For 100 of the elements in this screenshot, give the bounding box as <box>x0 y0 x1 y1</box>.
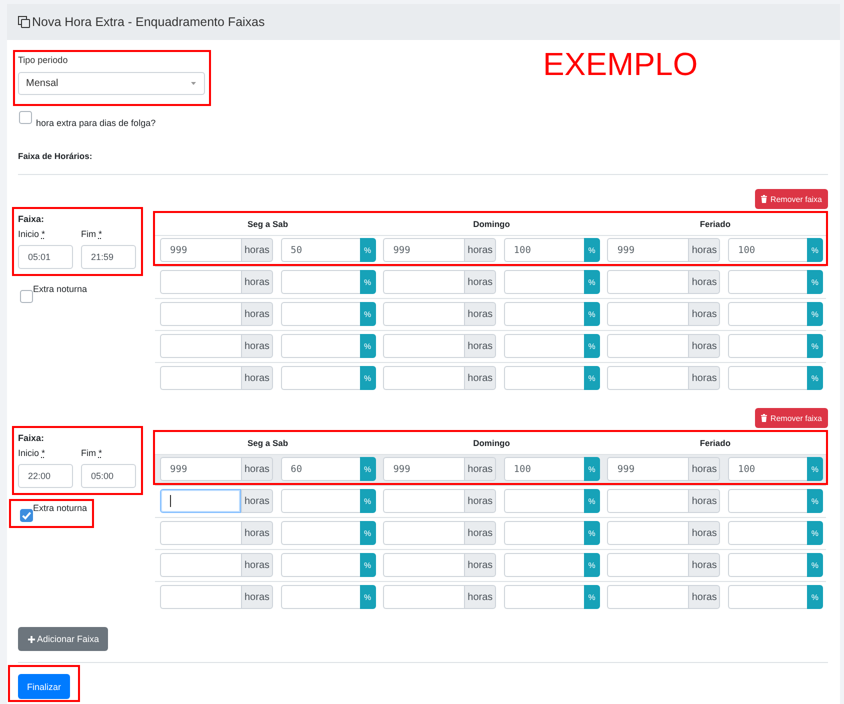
percent-input[interactable] <box>504 366 584 390</box>
hours-input[interactable] <box>607 521 688 545</box>
time-input[interactable]: 22:00 <box>18 464 73 488</box>
hours-input[interactable]: 999 <box>160 457 241 481</box>
percent-unit-label: % <box>360 489 376 513</box>
hours-input[interactable] <box>607 302 688 326</box>
checkbox[interactable] <box>19 111 32 124</box>
hours-unit-label: horas <box>241 270 273 294</box>
hours-input[interactable] <box>160 585 241 609</box>
hours-input[interactable] <box>160 302 241 326</box>
hours-input[interactable] <box>607 270 688 294</box>
percent-input[interactable]: 100 <box>728 238 807 262</box>
percent-input[interactable] <box>280 521 360 545</box>
hours-unit-label: horas <box>688 302 720 326</box>
percent-input[interactable] <box>504 553 584 577</box>
percent-unit-label: % <box>806 334 823 358</box>
percent-input[interactable]: 100 <box>504 457 584 481</box>
percent-unit-label: % <box>360 457 376 481</box>
percent-unit-label: % <box>584 489 600 513</box>
percent-input[interactable] <box>504 302 584 326</box>
hours-unit-label: horas <box>464 585 496 609</box>
checkbox-label: Extra noturna <box>33 283 88 295</box>
percent-input[interactable] <box>728 366 807 390</box>
percent-input[interactable] <box>280 553 360 577</box>
hours-input[interactable] <box>607 585 688 609</box>
page-title: Nova Hora Extra - Enquadramento Faixas <box>32 14 265 30</box>
faixa-label: Faixa: <box>18 432 46 444</box>
time-input[interactable]: 21:59 <box>81 245 136 269</box>
percent-input[interactable]: 100 <box>728 457 807 481</box>
hours-input[interactable]: 999 <box>383 238 464 262</box>
remove-button[interactable]: Remover faixa <box>755 408 828 428</box>
checkbox[interactable] <box>20 290 33 303</box>
percent-input[interactable] <box>728 553 807 577</box>
hours-input[interactable] <box>383 366 464 390</box>
hours-input[interactable] <box>160 270 241 294</box>
hours-input[interactable] <box>383 270 464 294</box>
hours-input[interactable]: 999 <box>607 457 688 481</box>
copy-icon <box>18 16 30 28</box>
hours-input[interactable]: 999 <box>383 457 464 481</box>
hours-unit-label: horas <box>464 366 496 390</box>
percent-input[interactable] <box>504 334 584 358</box>
percent-input[interactable] <box>504 270 584 294</box>
percent-input[interactable] <box>728 270 807 294</box>
column-header: Domingo <box>472 437 511 450</box>
percent-input[interactable]: 100 <box>504 238 584 262</box>
percent-unit-label: % <box>584 585 600 609</box>
hours-input[interactable] <box>607 366 688 390</box>
hours-unit-label: horas <box>688 521 720 545</box>
hours-input[interactable]: 999 <box>607 238 688 262</box>
hours-input[interactable] <box>383 553 464 577</box>
percent-input[interactable] <box>280 334 360 358</box>
hours-unit-label: horas <box>464 553 496 577</box>
percent-input[interactable] <box>280 489 360 513</box>
percent-input[interactable]: 50 <box>280 238 360 262</box>
hours-input[interactable] <box>160 489 241 513</box>
trash-icon <box>761 414 768 422</box>
hours-input[interactable] <box>160 553 241 577</box>
hours-unit-label: horas <box>241 585 273 609</box>
percent-unit-label: % <box>806 521 823 545</box>
hours-input[interactable] <box>160 521 241 545</box>
trash-icon <box>761 195 768 203</box>
percent-input[interactable] <box>504 521 584 545</box>
hours-input[interactable] <box>607 489 688 513</box>
hours-input[interactable] <box>383 302 464 326</box>
hours-input[interactable]: 999 <box>160 238 241 262</box>
percent-unit-label: % <box>584 521 600 545</box>
hours-input[interactable] <box>607 334 688 358</box>
time-input[interactable]: 05:00 <box>81 464 136 488</box>
hours-unit-label: horas <box>241 457 273 481</box>
percent-input[interactable] <box>280 585 360 609</box>
percent-input[interactable] <box>728 585 807 609</box>
hours-input[interactable] <box>383 585 464 609</box>
hours-input[interactable] <box>607 553 688 577</box>
time-input[interactable]: 05:01 <box>18 245 73 269</box>
percent-input[interactable] <box>280 270 360 294</box>
hours-input[interactable] <box>160 366 241 390</box>
hours-input[interactable] <box>383 489 464 513</box>
percent-unit-label: % <box>584 270 600 294</box>
percent-unit-label: % <box>806 489 823 513</box>
percent-unit-label: % <box>584 334 600 358</box>
hours-input[interactable] <box>383 334 464 358</box>
remove-button[interactable]: Remover faixa <box>755 189 828 209</box>
percent-unit-label: % <box>806 553 823 577</box>
hours-unit-label: horas <box>464 270 496 294</box>
add-faixa-button[interactable]: Adicionar Faixa <box>18 627 108 651</box>
percent-input[interactable] <box>728 521 807 545</box>
checkbox[interactable] <box>20 509 33 522</box>
percent-input[interactable] <box>280 302 360 326</box>
percent-input[interactable] <box>504 489 584 513</box>
percent-input[interactable] <box>280 366 360 390</box>
percent-input[interactable] <box>728 489 807 513</box>
finish-button[interactable]: Finalizar <box>18 674 70 699</box>
percent-input[interactable]: 60 <box>280 457 360 481</box>
percent-input[interactable] <box>728 334 807 358</box>
hours-input[interactable] <box>383 521 464 545</box>
percent-input[interactable] <box>504 585 584 609</box>
percent-input[interactable] <box>728 302 807 326</box>
text-cursor-icon <box>170 495 171 507</box>
hours-input[interactable] <box>160 334 241 358</box>
period-select[interactable]: Mensal <box>18 72 205 95</box>
